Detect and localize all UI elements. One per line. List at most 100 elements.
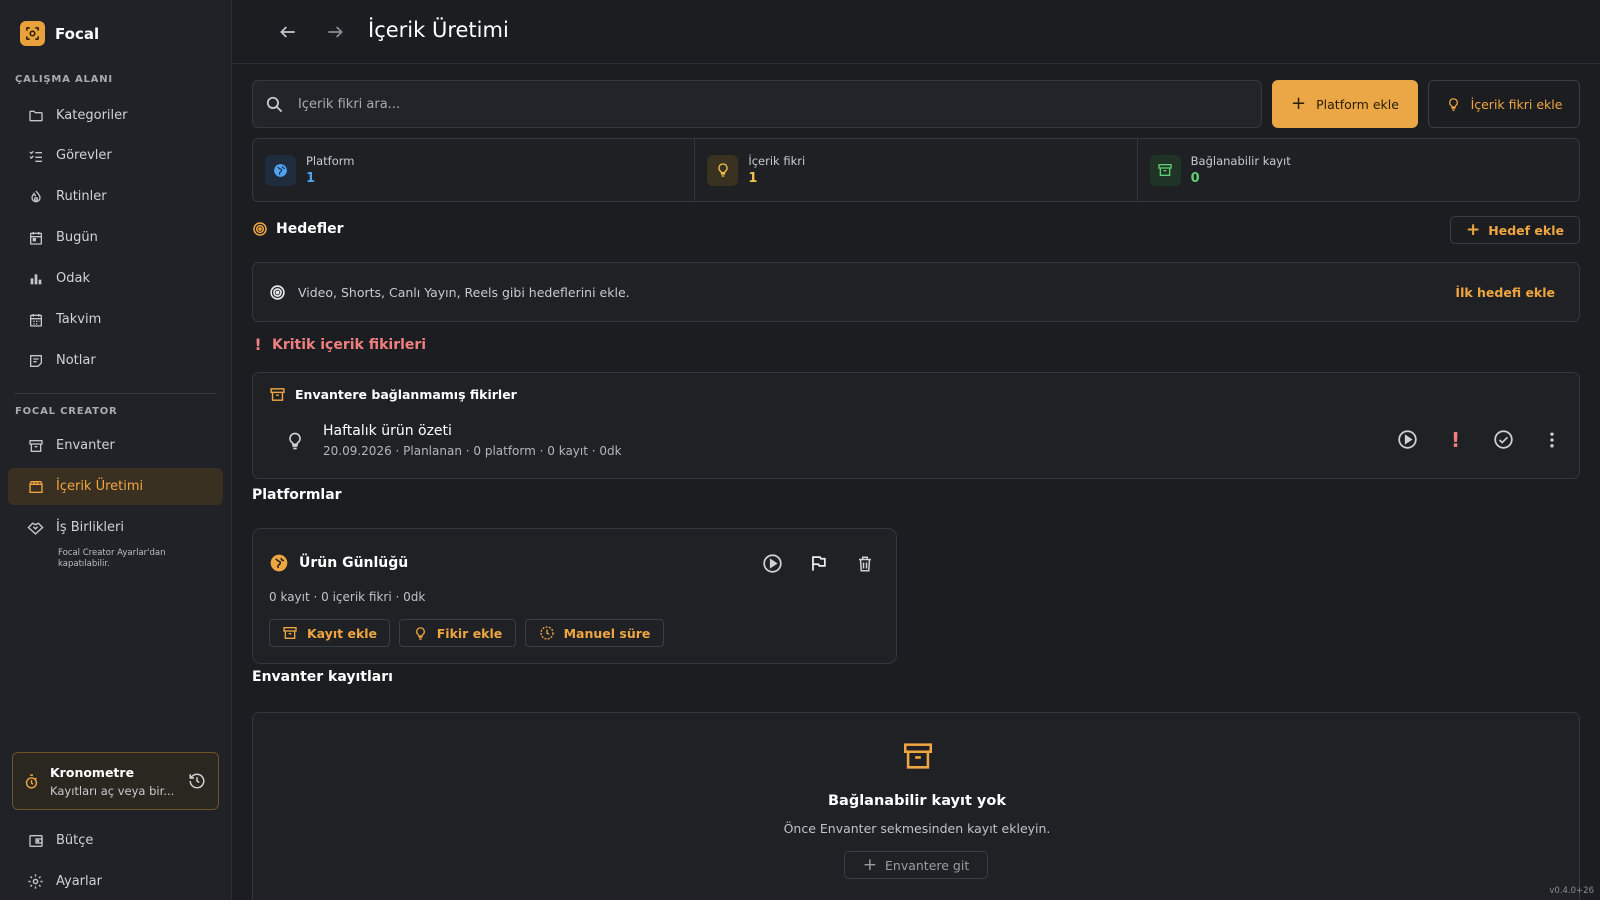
section-title-workspace: ÇALIŞMA ALANI: [15, 74, 113, 85]
stopwatch-subtitle: Kayıtları aç veya bir...: [50, 783, 175, 798]
sidebar-item-budget[interactable]: Bütçe: [8, 822, 223, 859]
add-idea-button[interactable]: İçerik fikri ekle: [1428, 80, 1580, 128]
clock-icon: [539, 625, 555, 641]
trash-icon[interactable]: [853, 552, 876, 575]
flag-icon[interactable]: [807, 552, 830, 575]
platforms-title: Platformlar: [252, 487, 342, 503]
sidebar-item-categories[interactable]: Kategoriler: [8, 97, 223, 134]
sidebar-item-today[interactable]: Bugün: [8, 219, 223, 256]
stopwatch-title: Kronometre: [50, 764, 135, 780]
folder-icon: [27, 107, 44, 124]
stat-label: İçerik fikri: [748, 154, 806, 168]
brand[interactable]: Focal: [20, 21, 99, 46]
target-icon: [269, 284, 286, 301]
platform-card: Ürün Günlüğü 0 kayıt · 0 içerik fikri · …: [252, 528, 897, 664]
wallet-icon: [27, 832, 44, 849]
sidebar-item-focus[interactable]: Odak: [8, 260, 223, 297]
stopwatch-widget[interactable]: Kronometre Kayıtları aç veya bir...: [12, 752, 219, 810]
check-circle-icon[interactable]: [1492, 428, 1515, 451]
stat-platform: Platform 1: [253, 139, 696, 201]
page-title: İçerik Üretimi: [368, 18, 509, 42]
sidebar-item-label: İş Birlikleri: [56, 520, 124, 535]
focal-logo-icon: [20, 21, 45, 46]
lightbulb-icon: [285, 431, 305, 451]
sidebar-item-routines[interactable]: Rutinler: [8, 178, 223, 215]
sidebar-item-label: Takvim: [56, 312, 102, 327]
sidebar-item-label: Ayarlar: [56, 874, 102, 889]
sidebar: Focal ÇALIŞMA ALANI Kategoriler Görevler…: [0, 0, 232, 900]
add-idea-label: İçerik fikri ekle: [1470, 96, 1563, 112]
add-platform-button[interactable]: + Platform ekle: [1272, 80, 1418, 128]
calendar-day-icon: [27, 229, 44, 246]
sidebar-item-tasks[interactable]: Görevler: [8, 137, 223, 174]
handshake-icon: [27, 519, 44, 536]
section-title-focal-creator: FOCAL CREATOR: [15, 406, 118, 417]
inventory-empty-subtitle: Önce Envanter sekmesinden kayıt ekleyin.: [783, 821, 1051, 836]
exclamation-icon[interactable]: !: [1444, 428, 1467, 452]
sidebar-item-label: Envanter: [56, 438, 115, 453]
plus-icon: +: [1466, 219, 1481, 240]
platforms-heading: Platformlar: [252, 487, 342, 503]
manual-time-label: Manuel süre: [563, 625, 651, 641]
go-to-inventory-button[interactable]: + Envantere git: [844, 851, 988, 879]
critical-heading: ! Kritik içerik fikirleri: [252, 335, 426, 354]
sidebar-item-label: Rutinler: [56, 189, 107, 204]
forward-arrow-icon[interactable]: [323, 20, 347, 44]
search-input[interactable]: [298, 96, 1198, 112]
sidebar-item-collaborations[interactable]: İş Birlikleri: [8, 509, 223, 546]
sidebar-divider: [14, 393, 217, 394]
platform-card-header: Ürün Günlüğü: [269, 553, 408, 573]
play-icon[interactable]: [1396, 428, 1419, 451]
archive-icon: [1149, 154, 1181, 186]
sidebar-item-label: İçerik Üretimi: [56, 479, 144, 494]
sidebar-item-label: Odak: [56, 271, 90, 286]
target-icon: [252, 221, 268, 237]
gear-icon: [27, 873, 44, 890]
sidebar-item-notes[interactable]: Notlar: [8, 342, 223, 379]
app-name: Focal: [55, 24, 100, 43]
manual-time-button[interactable]: Manuel süre: [525, 619, 664, 647]
idea-title: Haftalık ürün özeti: [323, 423, 452, 439]
sidebar-item-label: Kategoriler: [56, 108, 128, 123]
archive-icon: [282, 625, 298, 641]
globe-icon: [265, 154, 296, 186]
sidebar-item-inventory[interactable]: Envanter: [8, 427, 223, 464]
go-to-inventory-label: Envantere git: [885, 857, 970, 873]
lightbulb-icon: [707, 154, 739, 186]
sidebar-item-calendar[interactable]: Takvim: [8, 301, 223, 338]
sidebar-item-settings[interactable]: Ayarlar: [8, 863, 223, 900]
add-idea-chip-label: Fikir ekle: [436, 625, 503, 641]
inventory-heading: Envanter kayıtları: [252, 669, 393, 685]
critical-title: Kritik içerik fikirleri: [272, 336, 427, 353]
stat-linkable-records: Bağlanabilir kayıt 0: [1138, 139, 1579, 201]
stat-value: 1: [306, 171, 316, 186]
stat-value: 0: [1190, 171, 1200, 186]
first-goal-link[interactable]: İlk hedefi ekle: [1455, 285, 1555, 300]
list-item[interactable]: Haftalık ürün özeti 20.09.2026 · Planlan…: [285, 423, 622, 458]
bar-chart-icon: [27, 270, 44, 287]
add-record-button[interactable]: Kayıt ekle: [269, 619, 390, 647]
add-idea-chip-button[interactable]: Fikir ekle: [399, 619, 516, 647]
history-icon[interactable]: [185, 770, 208, 793]
search-box[interactable]: [252, 80, 1262, 128]
clapperboard-icon: [27, 478, 44, 495]
idea-meta: 20.09.2026 · Planlanan · 0 platform · 0 …: [323, 444, 622, 458]
add-goal-button[interactable]: + Hedef ekle: [1450, 216, 1580, 244]
critical-card: Envantere bağlanmamış fikirler Haftalık …: [252, 372, 1580, 479]
platform-actions: [761, 552, 876, 575]
more-vertical-icon[interactable]: [1540, 428, 1563, 451]
platform-meta: 0 kayıt · 0 içerik fikri · 0dk: [269, 590, 426, 604]
checklist-icon: [27, 147, 44, 164]
critical-subheading: Envantere bağlanmamış fikirler: [269, 386, 517, 403]
sidebar-item-content-production[interactable]: İçerik Üretimi: [8, 468, 223, 505]
inventory-card: Bağlanabilir kayıt yok Önce Envanter sek…: [252, 712, 1580, 900]
exclamation-icon: !: [254, 335, 262, 354]
back-arrow-icon[interactable]: [276, 20, 300, 44]
goals-card: Video, Shorts, Canlı Yayın, Reels gibi h…: [252, 262, 1580, 322]
search-icon: [265, 95, 284, 114]
notes-icon: [27, 352, 44, 369]
top-bar: İçerik Üretimi: [232, 0, 1600, 64]
plus-icon: +: [862, 854, 877, 875]
play-icon[interactable]: [761, 552, 784, 575]
inventory-title: Envanter kayıtları: [252, 669, 393, 685]
